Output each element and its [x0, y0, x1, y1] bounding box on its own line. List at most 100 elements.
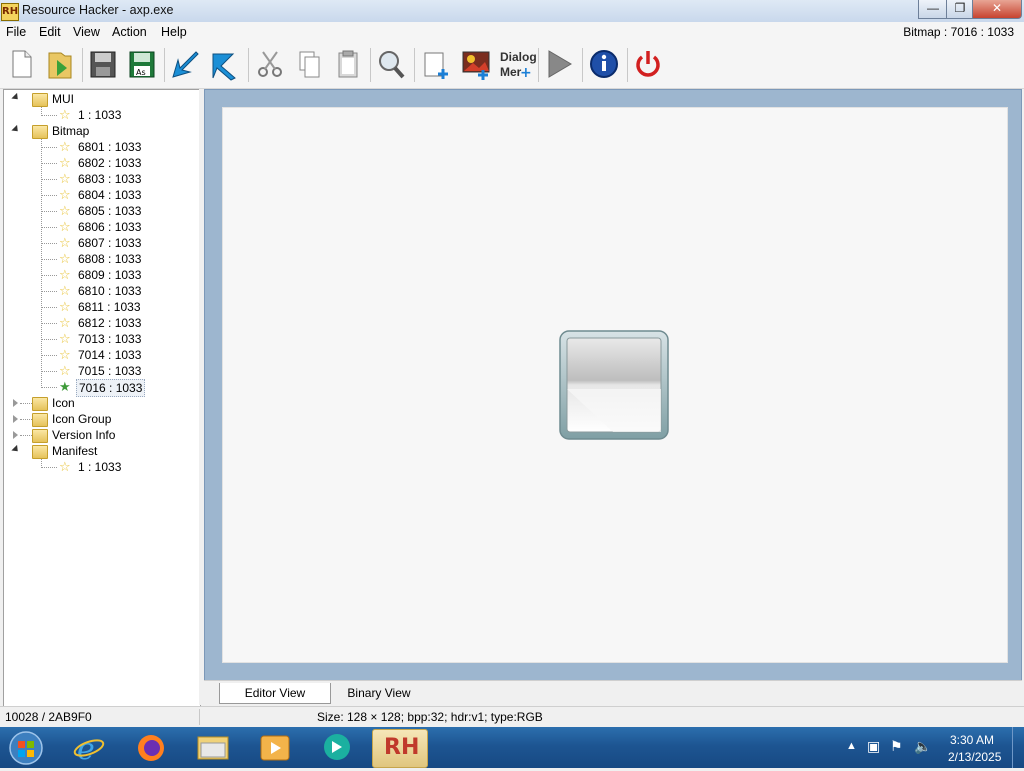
tree-item-label: 6810 : 1033: [78, 284, 142, 298]
export-button[interactable]: [207, 46, 241, 82]
tree-item[interactable]: ☆ 7015 : 1033: [4, 363, 200, 379]
tree-item[interactable]: ☆ 6812 : 1033: [4, 315, 200, 331]
tree-group-label: Icon: [52, 396, 75, 410]
cut-button[interactable]: [253, 46, 287, 82]
folder-icon: [197, 736, 229, 760]
tab-editor-view[interactable]: Editor View: [219, 683, 331, 704]
expand-arrow-icon[interactable]: [11, 92, 21, 103]
tree-item[interactable]: ☆ 6807 : 1033: [4, 235, 200, 251]
star-icon: ☆: [59, 155, 71, 170]
paste-button[interactable]: [331, 46, 365, 82]
tree-group-icon-group[interactable]: Icon Group: [4, 411, 200, 427]
tree-item[interactable]: ☆ 7013 : 1033: [4, 331, 200, 347]
tree-item-label: 6807 : 1033: [78, 236, 142, 250]
minimize-button[interactable]: —: [918, 0, 948, 19]
star-icon: ☆: [59, 107, 71, 122]
magnifier-icon: [379, 51, 405, 79]
tree-group-label: MUI: [52, 92, 74, 106]
folder-icon: [32, 397, 48, 411]
save-icon: [90, 51, 116, 78]
resource-tree[interactable]: MUI ☆ 1 : 1033 Bitmap ☆ 6801 : 1033 ☆ 6802…: [3, 89, 201, 707]
taskbar-firefox[interactable]: [124, 729, 178, 766]
tree-group-manifest[interactable]: Manifest: [4, 443, 200, 459]
taskbar-chat-app[interactable]: [310, 729, 364, 766]
tree-item-selected[interactable]: ★ 7016 : 1033: [4, 379, 200, 397]
tree-group-icon[interactable]: Icon: [4, 395, 200, 411]
star-icon: ★: [59, 379, 71, 394]
tree-item[interactable]: ☆ 6804 : 1033: [4, 187, 200, 203]
import-button[interactable]: [168, 46, 202, 82]
tree-group-mui[interactable]: MUI: [4, 91, 200, 107]
folder-icon: [32, 413, 48, 427]
tree-item-label: 6806 : 1033: [78, 220, 142, 234]
tree-item[interactable]: ☆ 6810 : 1033: [4, 283, 200, 299]
menu-view[interactable]: View: [73, 25, 100, 39]
menu-help[interactable]: Help: [161, 25, 187, 39]
collapsed-arrow-icon[interactable]: [13, 415, 18, 423]
start-button[interactable]: [4, 728, 48, 768]
clock-date[interactable]: 2/13/2025: [948, 750, 1001, 764]
close-button[interactable]: ✕: [972, 0, 1022, 19]
save-button[interactable]: [86, 46, 120, 82]
view-tabs: Editor View Binary View: [204, 680, 1022, 705]
taskbar-file-explorer[interactable]: [186, 729, 240, 766]
tree-item[interactable]: ☆ 6809 : 1033: [4, 267, 200, 283]
tree-item-label: 6803 : 1033: [78, 172, 142, 186]
bitmap-preview-image: [558, 329, 670, 441]
info-icon: [590, 50, 618, 78]
status-bar: 10028 / 2AB9F0 Size: 128 × 128; bpp:32; …: [0, 706, 1024, 727]
menu-file[interactable]: File: [6, 25, 26, 39]
show-hidden-icons-icon[interactable]: ▲: [846, 740, 857, 752]
action-center-flag-icon[interactable]: ⚑: [890, 738, 903, 755]
add-resource-button[interactable]: [419, 46, 453, 82]
tree-group-version-info[interactable]: Version Info: [4, 427, 200, 443]
status-offset: 10028 / 2AB9F0: [5, 710, 92, 724]
volume-muted-icon[interactable]: 🔈: [914, 738, 931, 755]
internet-explorer-icon: e: [73, 732, 105, 767]
dialog-merger-button[interactable]: Dialog Mer +: [498, 46, 537, 82]
tree-item[interactable]: ☆ 6811 : 1033: [4, 299, 200, 315]
tree-item[interactable]: ☆ 6803 : 1033: [4, 171, 200, 187]
collapsed-arrow-icon[interactable]: [13, 399, 18, 407]
new-file-button[interactable]: [4, 46, 38, 82]
network-icon[interactable]: ▣: [867, 738, 880, 755]
svg-text:e: e: [77, 732, 95, 766]
save-as-icon: As: [129, 51, 155, 78]
tree-item[interactable]: ☆ 6805 : 1033: [4, 203, 200, 219]
compile-run-button[interactable]: [542, 46, 576, 82]
menu-edit[interactable]: Edit: [39, 25, 61, 39]
about-button[interactable]: [587, 46, 621, 82]
menu-action[interactable]: Action: [112, 25, 147, 39]
scissors-icon: [258, 51, 282, 77]
add-image-button[interactable]: [459, 46, 493, 82]
tree-group-bitmap[interactable]: Bitmap: [4, 123, 200, 139]
title-bar: RH Resource Hacker - axp.exe — ❐ ✕: [0, 0, 1024, 23]
tree-item[interactable]: ☆ 6806 : 1033: [4, 219, 200, 235]
expand-arrow-icon[interactable]: [11, 124, 21, 135]
tree-item-label: 1 : 1033: [78, 108, 122, 122]
tree-item-label: 6811 : 1033: [78, 300, 141, 314]
copy-button[interactable]: [292, 46, 326, 82]
clipboard-icon: [338, 50, 358, 78]
taskbar-resource-hacker[interactable]: RH: [372, 729, 428, 768]
exit-button[interactable]: [631, 46, 665, 82]
collapsed-arrow-icon[interactable]: [13, 431, 18, 439]
clock-time[interactable]: 3:30 AM: [950, 733, 994, 747]
tree-item[interactable]: ☆ 1 : 1033: [4, 459, 200, 475]
tree-item[interactable]: ☆ 6808 : 1033: [4, 251, 200, 267]
save-as-button[interactable]: As: [125, 46, 159, 82]
star-icon: ☆: [59, 363, 71, 378]
open-file-button[interactable]: [43, 46, 77, 82]
tree-item[interactable]: ☆ 6802 : 1033: [4, 155, 200, 171]
expand-arrow-icon[interactable]: [11, 444, 21, 455]
show-desktop-button[interactable]: [1012, 727, 1024, 768]
find-button[interactable]: [374, 46, 408, 82]
tree-item[interactable]: ☆ 1 : 1033: [4, 107, 200, 123]
taskbar-internet-explorer[interactable]: e: [62, 729, 116, 767]
tree-item[interactable]: ☆ 7014 : 1033: [4, 347, 200, 363]
taskbar-media-player[interactable]: [248, 729, 302, 766]
tab-binary-view[interactable]: Binary View: [334, 683, 424, 703]
arrow-down-left-icon: [172, 51, 199, 78]
maximize-button[interactable]: ❐: [946, 0, 974, 19]
tree-item[interactable]: ☆ 6801 : 1033: [4, 139, 200, 155]
